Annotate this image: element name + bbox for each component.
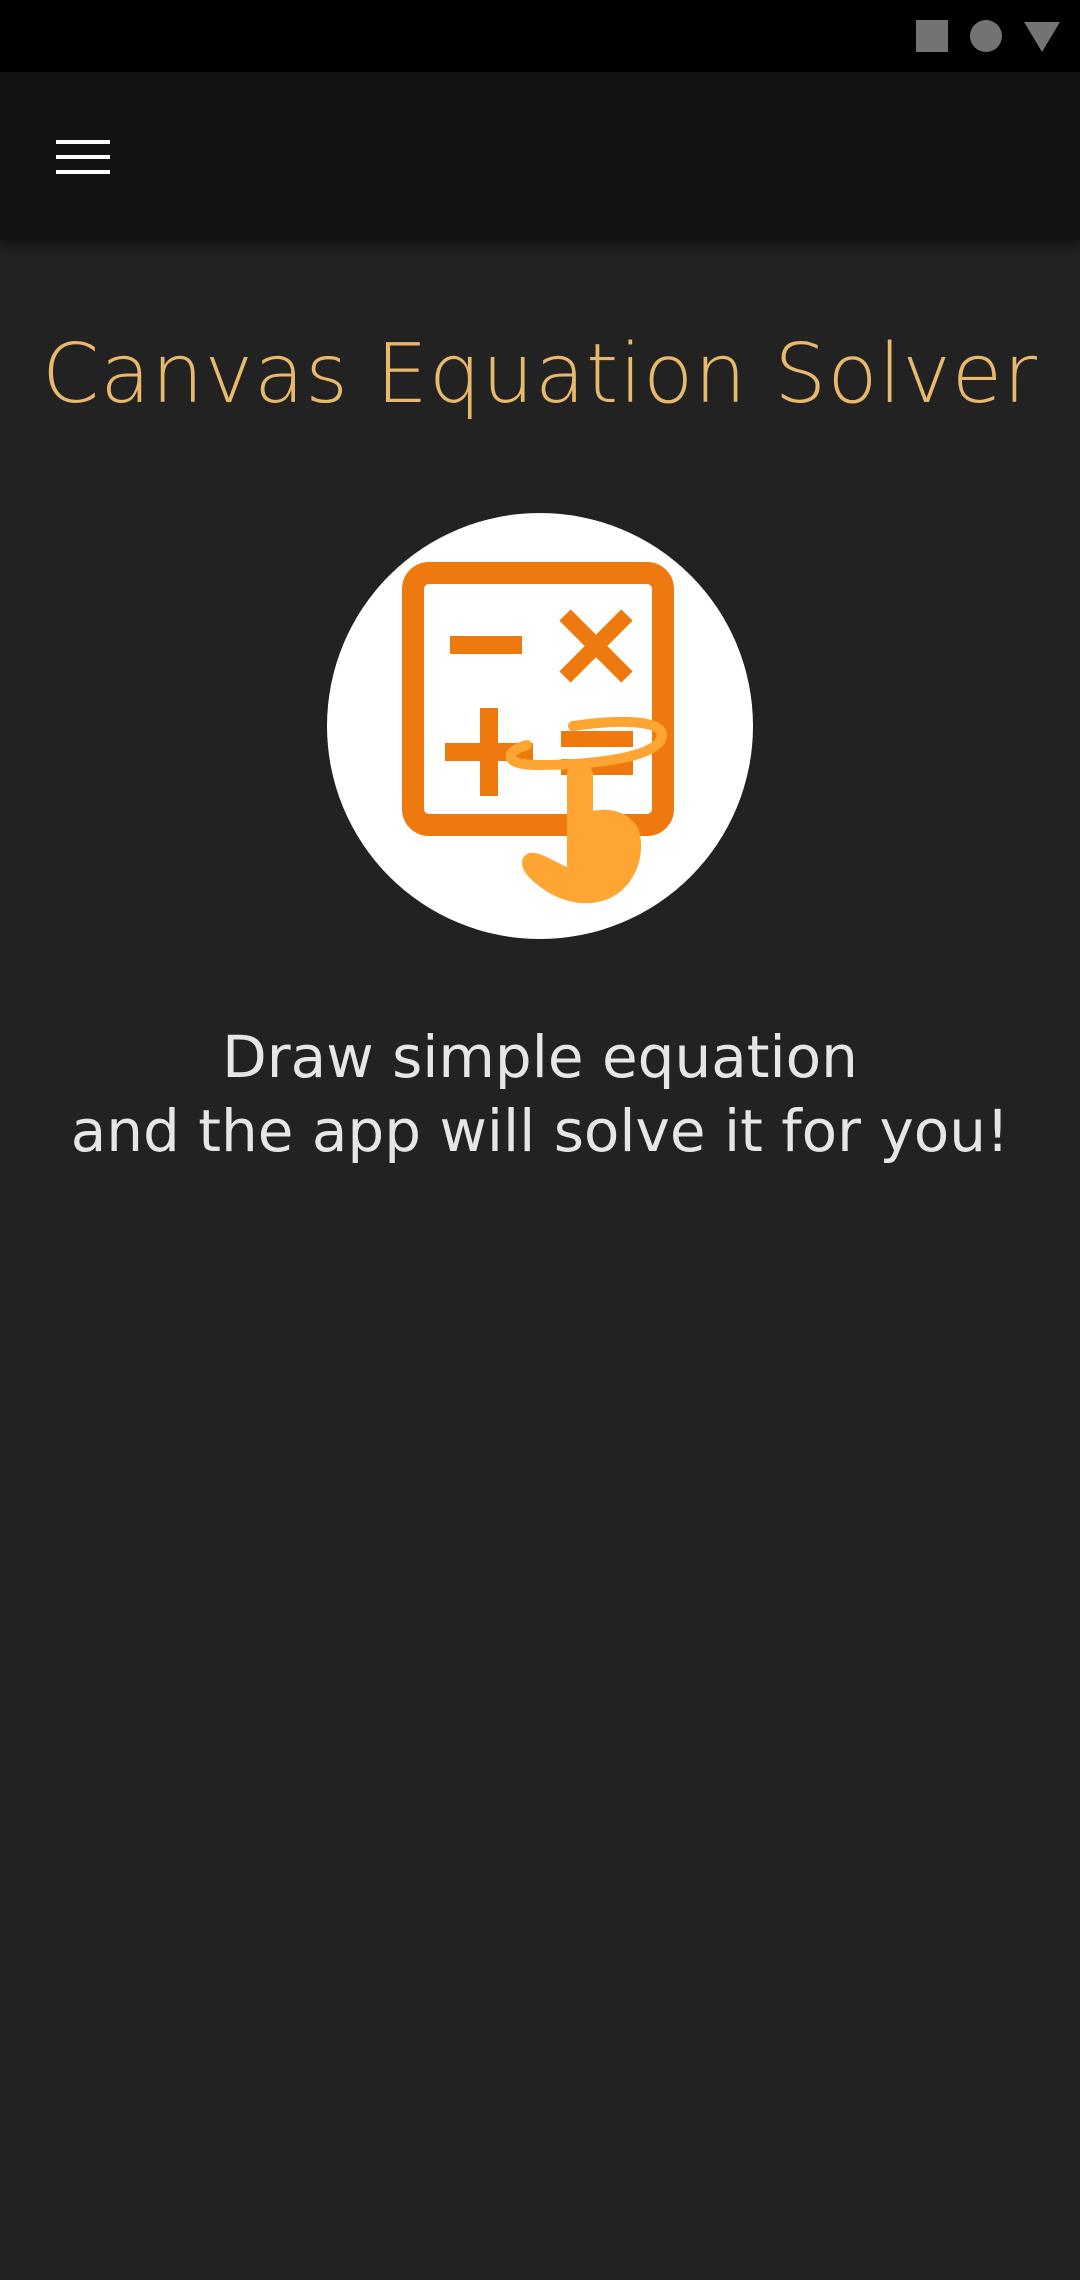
tagline-line-1: Draw simple equation <box>222 1023 858 1091</box>
triangle-icon <box>1024 22 1060 52</box>
hamburger-menu-icon <box>56 140 110 174</box>
tagline-line-2: and the app will solve it for you! <box>70 1097 1010 1165</box>
calculator-hand-drawing-icon <box>402 562 674 904</box>
app-logo <box>327 513 753 939</box>
menu-button[interactable] <box>40 114 126 200</box>
tagline: Draw simple equation and the app will so… <box>0 1020 1080 1168</box>
square-icon <box>916 20 948 52</box>
status-icons <box>916 18 1060 54</box>
app-bar <box>0 72 1080 240</box>
status-bar <box>0 0 1080 72</box>
circle-icon <box>970 20 1002 52</box>
page-title: Canvas Equation Solver <box>42 327 1038 422</box>
